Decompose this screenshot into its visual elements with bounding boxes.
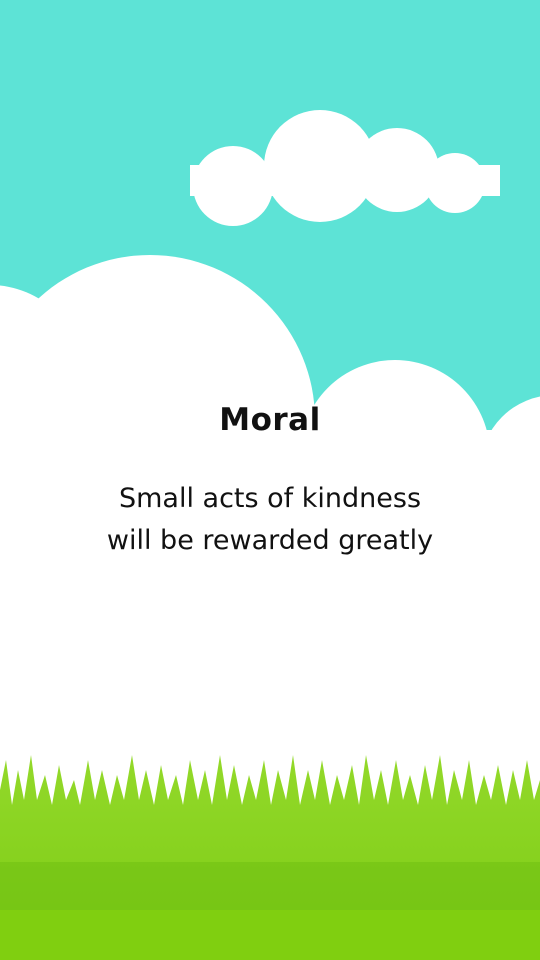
page-title: Moral bbox=[219, 402, 321, 438]
moral-line: will be rewarded greatly bbox=[106, 525, 434, 556]
moral-text: Small acts of kindness will be rewarded … bbox=[0, 478, 540, 562]
moral-line: Small acts of kindness bbox=[118, 483, 422, 514]
moral-card: Moral Small acts of kindness will be rew… bbox=[0, 0, 540, 960]
